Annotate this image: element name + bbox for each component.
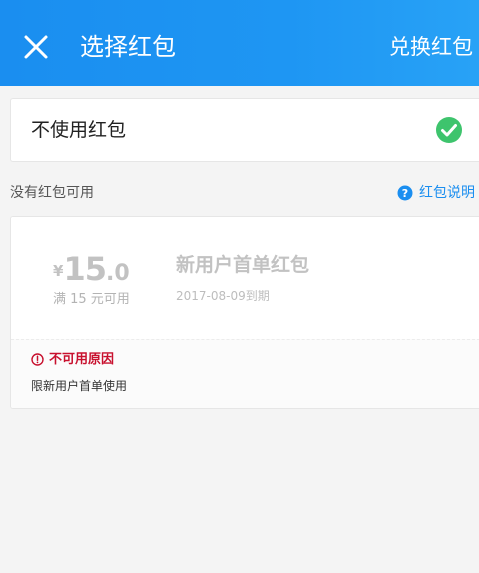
no-coupon-option[interactable]: 不使用红包 xyxy=(10,98,479,162)
coupon-threshold: 满 15 元可用 xyxy=(53,292,130,307)
alert-circle-icon xyxy=(31,353,44,366)
page-title: 选择红包 xyxy=(80,33,176,61)
coupon-main: ¥15.0 满 15 元可用 新用户首单红包 2017-08-09到期 xyxy=(11,217,479,339)
status-bar xyxy=(0,0,479,10)
top-nav-bar: 选择红包 兑换红包 xyxy=(0,0,479,86)
coupon-name: 新用户首单红包 xyxy=(176,254,310,276)
reason-title: 不可用原因 xyxy=(49,352,115,367)
coupon-amount: ¥15.0 xyxy=(53,250,153,288)
coupon-expiry: 2017-08-09到期 xyxy=(176,289,270,303)
check-circle-icon xyxy=(435,116,463,144)
exchange-coupon-button[interactable]: 兑换红包 xyxy=(389,30,479,64)
no-coupon-label: 不使用红包 xyxy=(31,119,127,141)
question-circle-icon: ? xyxy=(397,185,413,201)
svg-text:?: ? xyxy=(402,187,408,200)
close-icon xyxy=(24,35,48,59)
coupon-amount-integer: 15 xyxy=(63,250,107,288)
coupon-card: ¥15.0 满 15 元可用 新用户首单红包 2017-08-09到期 不可用原… xyxy=(10,216,479,409)
section-title: 没有红包可用 xyxy=(10,185,94,201)
coupon-help-label: 红包说明 xyxy=(419,185,475,201)
section-header: 没有红包可用 ? 红包说明 xyxy=(10,180,479,206)
close-button[interactable] xyxy=(20,31,52,63)
reason-text: 限新用户首单使用 xyxy=(31,379,128,393)
coupon-currency: ¥ xyxy=(53,262,64,280)
coupon-amount-decimal: .0 xyxy=(105,261,130,286)
coupon-unavailable-reason: 不可用原因 限新用户首单使用 xyxy=(11,339,479,408)
coupon-help-link[interactable]: ? 红包说明 xyxy=(397,182,479,204)
